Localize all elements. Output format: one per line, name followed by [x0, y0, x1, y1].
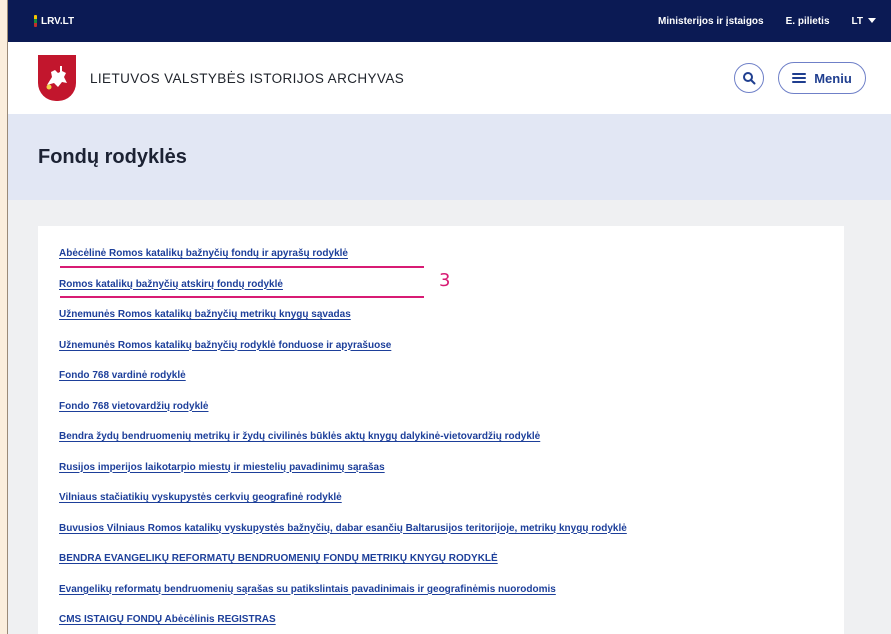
index-link[interactable]: CMS ISTAIGŲ FONDŲ Abėcėlinis REGISTRAS: [59, 614, 276, 625]
index-link[interactable]: Evangelikų reformatų bendruomenių sąraša…: [59, 584, 556, 595]
chevron-down-icon: [868, 18, 876, 24]
top-nav: Ministerijos ir įstaigos E. pilietis LT: [658, 16, 876, 27]
annotation-number: 3: [439, 270, 451, 291]
content-card: Abėcėlinė Romos katalikų bažnyčių fondų …: [38, 226, 844, 634]
list-item: Vilniaus stačiatikių vyskupystės cerkvių…: [59, 489, 844, 520]
page-hero: Fondų rodyklės: [8, 114, 891, 200]
index-link[interactable]: Fondo 768 vardinė rodyklė: [59, 370, 186, 381]
search-button[interactable]: [734, 63, 764, 93]
index-link[interactable]: BENDRA EVANGELIKŲ REFORMATŲ BENDRUOMENIŲ…: [59, 553, 498, 564]
menu-label: Meniu: [814, 70, 852, 86]
language-selector[interactable]: LT: [852, 16, 876, 27]
lrv-flag-icon: [34, 15, 37, 27]
index-link[interactable]: Fondo 768 vietovardžių rodyklė: [59, 401, 208, 412]
highlight-underline: [60, 296, 424, 298]
highlight-underline: [60, 266, 424, 268]
site-header: LIETUVOS VALSTYBĖS ISTORIJOS ARCHYVAS Me…: [8, 42, 891, 114]
list-item: Rusijos imperijos laikotarpio miestų ir …: [59, 459, 844, 490]
list-item: Bendra žydų bendruomenių metrikų ir žydų…: [59, 428, 844, 459]
list-item: Buvusios Vilniaus Romos katalikų vyskupy…: [59, 520, 844, 551]
lrv-link[interactable]: LRV.LT: [34, 15, 74, 27]
list-item: Fondo 768 vietovardžių rodyklė: [59, 398, 844, 429]
index-link[interactable]: Bendra žydų bendruomenių metrikų ir žydų…: [59, 431, 540, 442]
index-link[interactable]: Abėcėlinė Romos katalikų bažnyčių fondų …: [59, 248, 348, 259]
coat-of-arms-logo[interactable]: [38, 55, 76, 101]
index-link[interactable]: Užnemunės Romos katalikų bažnyčių rodykl…: [59, 340, 391, 351]
list-item: Užnemunės Romos katalikų bažnyčių rodykl…: [59, 337, 844, 368]
top-bar: LRV.LT Ministerijos ir įstaigos E. pilie…: [8, 0, 891, 42]
site-title[interactable]: LIETUVOS VALSTYBĖS ISTORIJOS ARCHYVAS: [90, 71, 404, 86]
list-item: CMS ISTAIGŲ FONDŲ Abėcėlinis REGISTRAS: [59, 611, 844, 634]
page-title: Fondų rodyklės: [38, 145, 187, 168]
index-link[interactable]: Užnemunės Romos katalikų bažnyčių metrik…: [59, 309, 351, 320]
list-item: Užnemunės Romos katalikų bažnyčių metrik…: [59, 306, 844, 337]
hamburger-icon: [792, 73, 807, 83]
vytis-icon: [46, 66, 67, 90]
list-item: Abėcėlinė Romos katalikų bažnyčių fondų …: [59, 245, 844, 276]
lrv-label: LRV.LT: [41, 15, 75, 27]
e-citizen-link[interactable]: E. pilietis: [786, 16, 830, 27]
index-link[interactable]: Romos katalikų bažnyčių atskirų fondų ro…: [59, 279, 283, 290]
ministries-link[interactable]: Ministerijos ir įstaigos: [658, 16, 764, 27]
index-link[interactable]: Vilniaus stačiatikių vyskupystės cerkvių…: [59, 492, 342, 503]
list-item: Fondo 768 vardinė rodyklė: [59, 367, 844, 398]
browser-viewport: LRV.LT Ministerijos ir įstaigos E. pilie…: [7, 0, 891, 634]
index-link[interactable]: Rusijos imperijos laikotarpio miestų ir …: [59, 462, 385, 473]
language-label: LT: [851, 15, 863, 27]
list-item: BENDRA EVANGELIKŲ REFORMATŲ BENDRUOMENIŲ…: [59, 550, 844, 581]
list-item: Romos katalikų bažnyčių atskirų fondų ro…: [59, 276, 844, 307]
list-item: Evangelikų reformatų bendruomenių sąraša…: [59, 581, 844, 612]
index-link[interactable]: Buvusios Vilniaus Romos katalikų vyskupy…: [59, 523, 627, 534]
menu-button[interactable]: Meniu: [778, 62, 866, 94]
search-icon: [743, 72, 756, 85]
header-actions: Meniu: [734, 62, 866, 94]
